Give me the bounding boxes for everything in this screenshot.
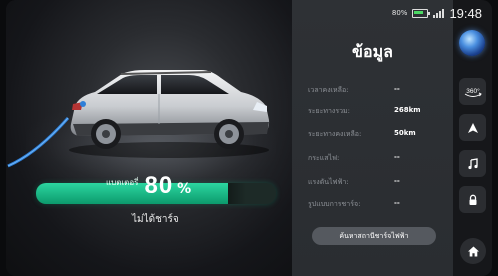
info-row-total-distance: ระยะทางรวม: 268km bbox=[308, 106, 445, 120]
clock: 19:48 bbox=[449, 5, 482, 21]
info-row-remaining-time: เวลาคงเหลือ: -- bbox=[308, 85, 445, 99]
info-row-remaining-range: ระยะทางคงเหลือ: 50km bbox=[308, 129, 445, 143]
info-value: -- bbox=[394, 85, 400, 93]
music-button[interactable] bbox=[459, 150, 486, 177]
status-bar: 80% 19:48 bbox=[392, 4, 482, 22]
battery-label: แบตเตอรี่ bbox=[106, 178, 139, 187]
battery-percent-unit: % bbox=[177, 181, 192, 197]
navigation-button[interactable] bbox=[459, 114, 486, 141]
signal-icon bbox=[433, 8, 445, 18]
battery-soc: แบตเตอรี่ 80 % bbox=[106, 172, 191, 200]
info-value: -- bbox=[394, 153, 400, 161]
home-icon bbox=[467, 246, 479, 256]
info-value: 268km bbox=[394, 106, 421, 114]
car-image bbox=[69, 70, 270, 158]
info-value: -- bbox=[394, 199, 400, 207]
svg-text:360°: 360° bbox=[466, 87, 480, 95]
info-value: -- bbox=[394, 177, 400, 185]
navigation-arrow-icon bbox=[467, 122, 478, 133]
lock-icon bbox=[469, 194, 476, 205]
voice-assistant-icon[interactable] bbox=[459, 30, 485, 56]
home-button[interactable] bbox=[460, 238, 486, 264]
info-row-charge-mode: รูปแบบการชาร์จ: -- bbox=[308, 199, 445, 213]
info-row-voltage: แรงดันไฟฟ้า: -- bbox=[308, 177, 445, 191]
info-label: รูปแบบการชาร์จ: bbox=[308, 200, 361, 208]
360-camera-icon: 360° bbox=[464, 87, 482, 97]
find-charging-station-button[interactable]: ค้นหาสถานีชาร์จไฟฟ้า bbox=[312, 227, 436, 245]
nav-rail: 360° bbox=[453, 0, 492, 276]
battery-percent-value: 80 bbox=[144, 172, 174, 199]
charging-status: ไม่ได้ชาร์จ bbox=[132, 214, 179, 225]
music-note-icon bbox=[467, 157, 478, 169]
info-value: 50km bbox=[394, 129, 416, 137]
info-row-current: กระแสไฟ: -- bbox=[308, 153, 445, 167]
info-title: ข้อมูล bbox=[352, 42, 393, 61]
360-view-button[interactable]: 360° bbox=[459, 78, 486, 105]
lock-button[interactable] bbox=[459, 186, 486, 213]
vehicle-charging-screen: 80% 19:48 แบตเตอรี่ 80 % ไม่ได้ชาร์จ ข้อ… bbox=[6, 0, 492, 276]
battery-icon bbox=[412, 8, 431, 18]
info-panel: ข้อมูล เวลาคงเหลือ: -- ระยะทางรวม: 268km… bbox=[292, 0, 453, 276]
info-label: ระยะทางรวม: bbox=[308, 107, 351, 115]
info-label: เวลาคงเหลือ: bbox=[308, 86, 349, 94]
info-label: แรงดันไฟฟ้า: bbox=[308, 178, 349, 186]
battery-percent: 80% bbox=[391, 9, 408, 17]
car-charging-area: แบตเตอรี่ 80 % ไม่ได้ชาร์จ bbox=[6, 0, 292, 276]
info-label: กระแสไฟ: bbox=[308, 154, 340, 162]
info-label: ระยะทางคงเหลือ: bbox=[308, 130, 362, 138]
